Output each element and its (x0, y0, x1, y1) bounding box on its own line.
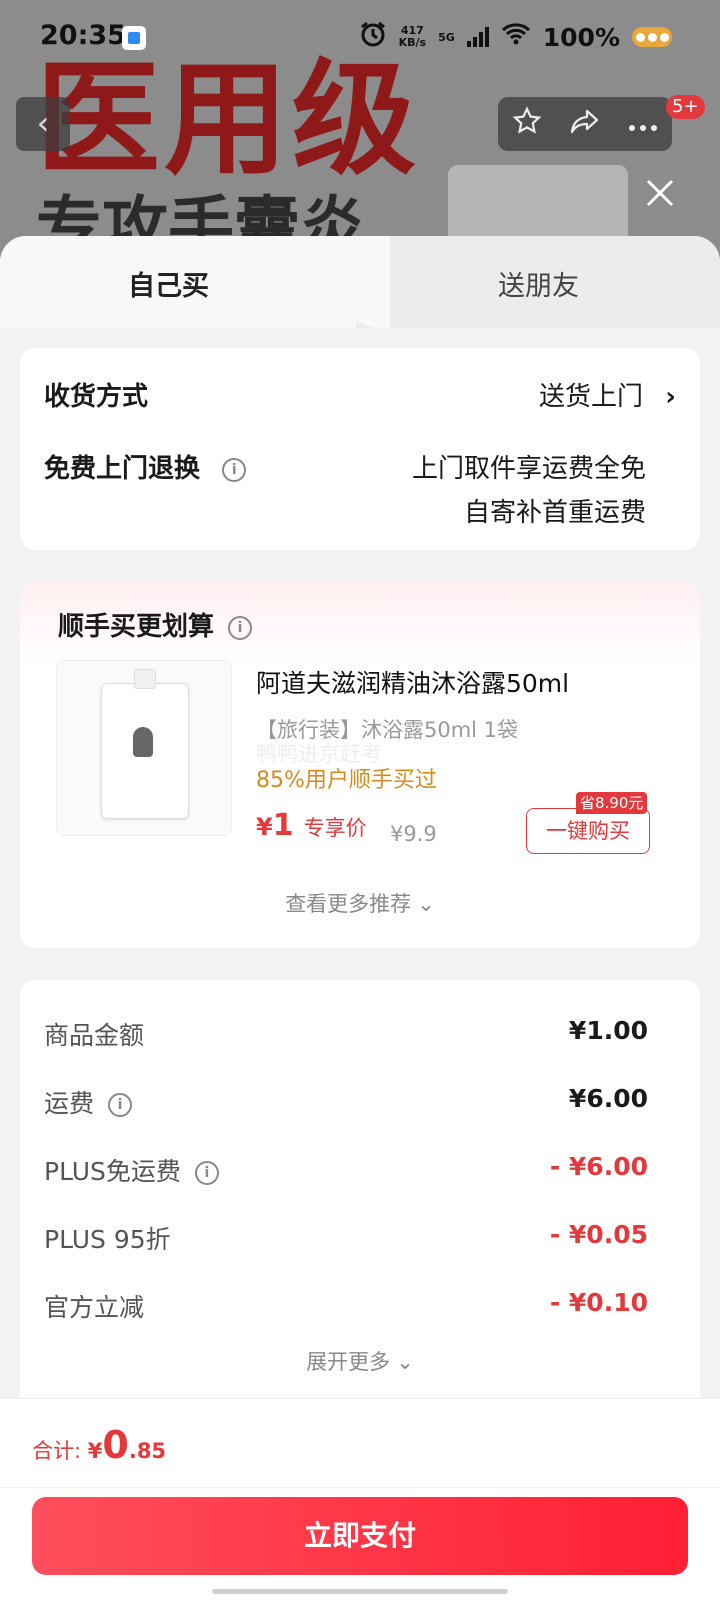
star-icon (512, 105, 542, 134)
delivery-card: 收货方式 送货上门 › 免费上门退换 i 上门取件享运费全免 自寄补首重运费 (20, 348, 700, 550)
recommend-card: 顺手买更划算 i 阿道夫滋润精油沐浴露50ml 【旅行装】沐浴露50ml 1袋 鸭… (20, 582, 700, 948)
more-icon (629, 125, 658, 131)
product-bought-rate: 85%用户顺手买过 (256, 768, 437, 793)
recommend-title: 顺手买更划算 i (58, 606, 253, 643)
home-indicator[interactable] (212, 1589, 508, 1594)
fee-row-goods: 商品金额 ¥1.00 (44, 1016, 648, 1050)
fee-row-plus-free-shipping: PLUS免运费 i - ¥6.00 (44, 1152, 648, 1186)
pay-now-button[interactable]: 立即支付 (32, 1497, 688, 1575)
product-logo (133, 727, 153, 757)
save-badge: 省8.90元 (576, 792, 648, 814)
chevron-right-icon: › (665, 382, 676, 412)
free-return-label: 免费上门退换 (44, 454, 201, 484)
close-button[interactable] (640, 176, 680, 216)
back-button[interactable]: ‹ (16, 97, 70, 151)
tab-buy-self-label: 自己买 (128, 271, 209, 302)
chevron-down-icon: ⌄ (396, 1350, 414, 1374)
notification-badge: 5+ (666, 95, 705, 119)
close-icon (646, 179, 674, 207)
more-button[interactable] (628, 109, 658, 139)
info-icon[interactable]: i (108, 1093, 133, 1117)
network-type: 5G (438, 30, 455, 44)
purchase-tabs: 送朋友 自己买 (0, 236, 720, 328)
battery-percent: 100% (542, 22, 620, 52)
app-notification-icon (122, 26, 146, 50)
top-actions (498, 97, 672, 151)
share-button[interactable] (569, 106, 601, 143)
tab-send-friend-label: 送朋友 (498, 271, 579, 302)
order-total: 合计: ¥0.85 (32, 1423, 167, 1467)
fee-row-plus-discount: PLUS 95折 - ¥0.05 (44, 1220, 648, 1254)
free-return-line1: 上门取件享运费全免 (411, 454, 646, 484)
product-name[interactable]: 阿道夫滋润精油沐浴露50ml (256, 664, 569, 700)
battery-icon (632, 27, 672, 47)
product-original-price: ¥9.9 (390, 822, 437, 846)
wifi-icon (501, 22, 531, 52)
free-return-line2: 自寄补首重运费 (463, 498, 646, 528)
fee-row-official-discount: 官方立减 - ¥0.10 (44, 1288, 648, 1322)
info-icon[interactable]: i (228, 615, 253, 640)
alarm-icon (359, 20, 387, 54)
status-bar: 20:35 417 KB/s 5G 100% (0, 0, 720, 76)
info-icon[interactable]: i (194, 1161, 219, 1185)
expand-more-link[interactable]: 展开更多 ⌄ (20, 1346, 700, 1376)
status-time: 20:35 (40, 20, 126, 51)
favorite-button[interactable] (512, 105, 542, 143)
chevron-down-icon: ⌄ (417, 892, 435, 916)
free-return-row: 免费上门退换 i 上门取件享运费全免 自寄补首重运费 (44, 448, 676, 528)
back-icon: ‹ (36, 104, 50, 142)
delivery-method-label: 收货方式 (44, 382, 149, 412)
share-icon (570, 109, 599, 133)
fee-row-shipping: 运费 i ¥6.00 (44, 1084, 648, 1118)
signal-icon (466, 27, 489, 47)
checkout-sheet: 送朋友 自己买 收货方式 送货上门 › 免费上门退换 i 上门取件享运费全免 自… (0, 236, 720, 1600)
info-icon[interactable]: i (222, 457, 247, 482)
delivery-method-row[interactable]: 收货方式 送货上门 › (44, 376, 676, 413)
more-recommend-link[interactable]: 查看更多推荐 ⌄ (20, 888, 700, 918)
tab-buy-self[interactable]: 自己买 (0, 236, 356, 328)
one-click-buy-button[interactable]: 一键购买 (526, 808, 650, 854)
network-speed: 417 KB/s (398, 24, 427, 49)
checkout-bar: 合计: ¥0.85 立即支付 (0, 1398, 720, 1601)
tab-send-friend[interactable]: 送朋友 (352, 236, 720, 328)
product-price: ¥1 专享价 (256, 808, 367, 843)
product-image[interactable] (56, 660, 232, 836)
delivery-method-value: 送货上门 (539, 382, 644, 412)
background-headline: 医用级 (36, 48, 421, 192)
